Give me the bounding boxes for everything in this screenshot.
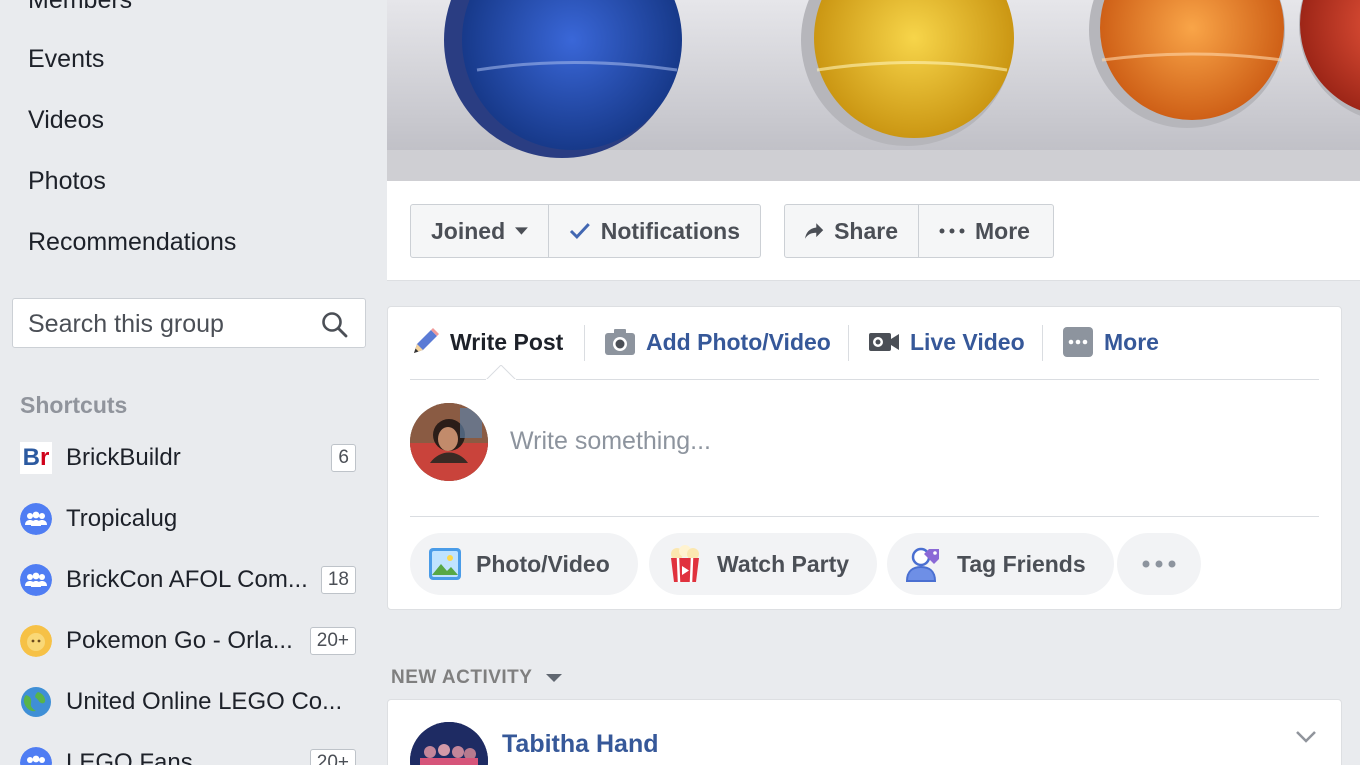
feed-post: Tabitha Hand: [387, 699, 1342, 765]
tab-add-photo-video[interactable]: Add Photo/Video: [604, 325, 831, 359]
nav-events[interactable]: Events: [28, 45, 104, 74]
notification-count-badge: 20+: [309, 749, 356, 765]
tab-label: Live Video: [910, 328, 1025, 355]
globe-icon: [21, 687, 51, 717]
group-icon: [20, 564, 52, 596]
share-arrow-icon: [805, 223, 824, 239]
tab-divider: [584, 325, 585, 361]
notification-count-badge: 20+: [309, 627, 356, 655]
user-avatar[interactable]: [410, 403, 488, 481]
nav-members[interactable]: Members: [28, 0, 132, 15]
video-camera-icon: [869, 333, 899, 351]
tab-live-video[interactable]: Live Video: [868, 325, 1025, 359]
shortcut-label: BrickBuildr: [66, 444, 181, 471]
joined-label: Joined: [431, 217, 506, 244]
popcorn-icon: [671, 545, 699, 583]
group-icon: [20, 747, 52, 765]
shortcut-label: United Online LEGO Co...: [66, 688, 343, 715]
shortcut-item[interactable]: Pokemon Go - Orla... 20+: [20, 623, 360, 663]
tag-friends-icon: [905, 547, 939, 582]
group-cover-photo[interactable]: [387, 0, 1360, 181]
cover-photo-image: [387, 0, 1360, 181]
composer-divider: [410, 379, 1319, 380]
notification-count-badge: 6: [331, 444, 356, 472]
notifications-button[interactable]: Notifications: [548, 204, 761, 258]
notification-count-badge: 18: [320, 566, 356, 594]
tab-divider: [1042, 325, 1043, 361]
photo-video-button[interactable]: Photo/Video: [410, 533, 638, 595]
tab-label: Add Photo/Video: [646, 328, 831, 355]
new-activity-label: NEW ACTIVITY: [391, 667, 533, 688]
more-label: More: [975, 217, 1030, 244]
tab-label: Write Post: [450, 328, 564, 355]
post-composer: Write Post Add Photo/Video Live Video Mo…: [387, 306, 1342, 610]
pencil-icon: [414, 328, 439, 353]
caret-down-icon: [546, 674, 563, 682]
shortcut-item[interactable]: Tropicalug: [20, 501, 360, 541]
search-placeholder: Search this group: [28, 310, 224, 338]
new-activity-sort[interactable]: NEW ACTIVITY: [391, 667, 563, 689]
tab-label: More: [1104, 328, 1159, 355]
tab-write-post[interactable]: Write Post: [410, 325, 563, 359]
shortcut-item[interactable]: LEGO Fans 20+: [20, 745, 360, 765]
camera-icon: [605, 329, 635, 355]
group-icon: [20, 503, 52, 535]
chevron-down-icon[interactable]: [1295, 730, 1317, 744]
nav-photos[interactable]: Photos: [28, 167, 106, 196]
shortcut-item[interactable]: BrickCon AFOL Com... 18: [20, 562, 360, 602]
ellipsis-icon: [939, 228, 965, 234]
search-icon[interactable]: [321, 311, 349, 339]
composer-input[interactable]: Write something...: [510, 427, 711, 456]
composer-divider: [410, 516, 1319, 517]
shortcut-label: LEGO Fans: [66, 749, 193, 765]
tag-friends-button[interactable]: Tag Friends: [887, 533, 1114, 595]
group-header-actions: Joined Notifications Share More: [387, 181, 1360, 281]
watch-party-button[interactable]: Watch Party: [649, 533, 878, 595]
nav-videos[interactable]: Videos: [28, 106, 104, 135]
post-author-avatar-image: [410, 722, 488, 765]
shortcut-item[interactable]: United Online LEGO Co...: [20, 684, 360, 724]
more-actions-button[interactable]: [1117, 533, 1201, 595]
more-options-icon: [1063, 327, 1093, 357]
group-search-input[interactable]: Search this group: [12, 298, 366, 348]
caret-down-icon: [515, 227, 528, 235]
watch-party-label: Watch Party: [717, 550, 850, 577]
nav-recommendations[interactable]: Recommendations: [28, 228, 236, 257]
post-author-avatar[interactable]: [410, 722, 488, 765]
more-button[interactable]: More: [918, 204, 1054, 258]
joined-button[interactable]: Joined: [410, 204, 549, 258]
notifications-label: Notifications: [600, 217, 740, 244]
pokemon-avatar-icon: [20, 625, 52, 657]
tab-divider: [848, 325, 849, 361]
shortcuts-heading: Shortcuts: [20, 392, 128, 418]
tab-more[interactable]: More: [1062, 325, 1159, 359]
photo-icon: [429, 548, 461, 580]
active-tab-pointer: [486, 365, 516, 380]
shortcut-item[interactable]: Br BrickBuildr 6: [20, 440, 360, 480]
photo-video-label: Photo/Video: [476, 550, 610, 577]
shortcut-label: Tropicalug: [66, 505, 178, 532]
share-button[interactable]: Share: [784, 204, 919, 258]
tag-friends-label: Tag Friends: [957, 550, 1086, 577]
brickbuildr-logo-icon: Br: [20, 442, 52, 474]
shortcut-label: BrickCon AFOL Com...: [66, 566, 308, 593]
sidebar: Members Events Videos Photos Recommendat…: [0, 0, 380, 765]
user-avatar-image: [410, 403, 488, 481]
post-author-name[interactable]: Tabitha Hand: [502, 730, 658, 759]
share-label: Share: [834, 217, 898, 244]
ellipsis-icon: [1142, 560, 1176, 568]
check-icon: [569, 223, 590, 240]
shortcut-label: Pokemon Go - Orla...: [66, 627, 293, 654]
